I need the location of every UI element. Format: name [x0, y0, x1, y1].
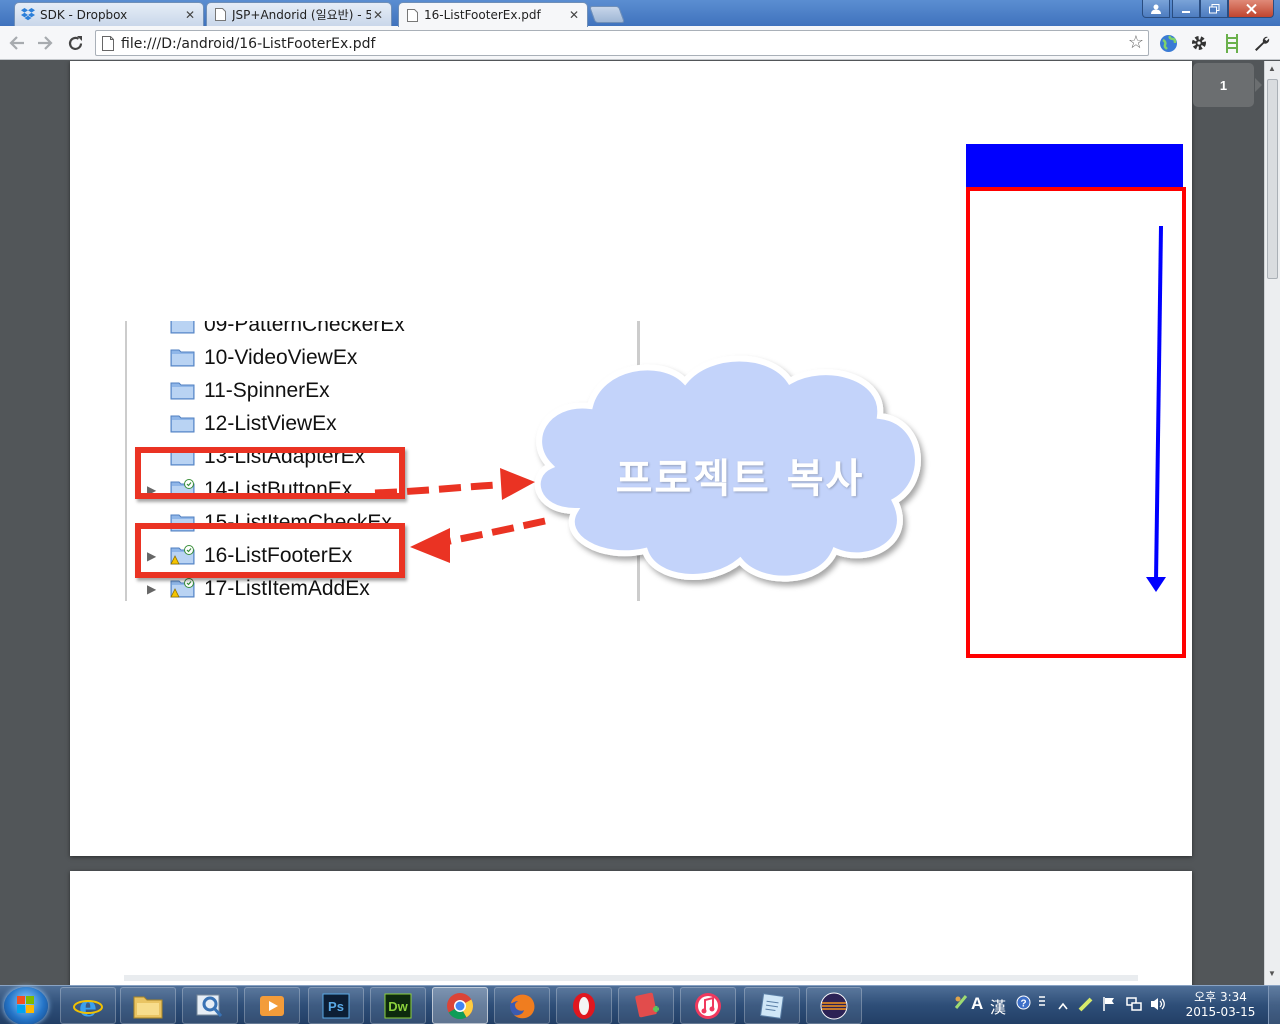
- close-icon[interactable]: ✕: [371, 8, 385, 22]
- ime-tool-icon[interactable]: [954, 994, 968, 1013]
- vertical-scrollbar[interactable]: ▲ ▼: [1264, 61, 1280, 985]
- red-list-frame: [966, 187, 1186, 658]
- blue-header-bar: [966, 144, 1183, 188]
- tab-title: 16-ListFooterEx.pdf: [424, 8, 541, 22]
- help-icon[interactable]: ?: [1016, 995, 1031, 1013]
- minimize-button[interactable]: [1172, 0, 1200, 18]
- dropbox-icon: [21, 8, 35, 22]
- scroll-down-icon[interactable]: ▼: [1268, 969, 1276, 978]
- page-icon: [213, 8, 227, 22]
- tab-pdf[interactable]: 16-ListFooterEx.pdf ✕: [398, 2, 588, 27]
- page2-content-edge: [124, 975, 1138, 981]
- address-bar[interactable]: file:///D:/android/16-ListFooterEx.pdf ☆: [95, 30, 1149, 56]
- page-number-indicator: 1: [1193, 63, 1262, 107]
- back-icon[interactable]: [6, 32, 28, 54]
- clock-time: 오후 3:34: [1194, 990, 1247, 1004]
- restore-button[interactable]: [1200, 0, 1228, 18]
- scroll-thumb[interactable]: [1267, 79, 1278, 279]
- action-center-flag-icon[interactable]: [1102, 996, 1116, 1015]
- chrome-icon[interactable]: [432, 987, 488, 1024]
- media-player-icon[interactable]: [244, 987, 300, 1024]
- itunes-icon[interactable]: [680, 987, 736, 1024]
- ime-alpha-icon[interactable]: A: [971, 994, 983, 1014]
- ime-hanja-icon[interactable]: 漢: [990, 994, 1006, 1018]
- photoshop-icon[interactable]: Ps: [308, 987, 364, 1024]
- eclipse-icon[interactable]: [806, 987, 862, 1024]
- start-button[interactable]: [4, 987, 48, 1024]
- volume-icon[interactable]: [1150, 996, 1166, 1015]
- forward-icon[interactable]: [34, 32, 56, 54]
- tab-strip: SDK - Dropbox ✕ JSP+Andorid (일요반) - 5 ✕ …: [0, 0, 1280, 27]
- url-text: file:///D:/android/16-ListFooterEx.pdf: [121, 36, 376, 52]
- internet-explorer-icon[interactable]: e: [60, 987, 116, 1024]
- firefox-icon[interactable]: [494, 987, 550, 1024]
- pdf-page-2: [70, 871, 1192, 985]
- scroll-up-icon[interactable]: ▲: [1268, 64, 1276, 73]
- close-icon[interactable]: ✕: [567, 8, 581, 22]
- page-icon: [102, 36, 114, 56]
- opera-icon[interactable]: [556, 987, 612, 1024]
- show-hidden-icons[interactable]: [1058, 998, 1068, 1013]
- ime-options-icon[interactable]: [1038, 994, 1046, 1013]
- file-explorer-icon[interactable]: [120, 987, 176, 1024]
- gear-icon[interactable]: [1189, 33, 1209, 53]
- search-icon[interactable]: [182, 987, 238, 1024]
- close-icon[interactable]: ✕: [183, 8, 197, 22]
- notes-icon[interactable]: [618, 987, 674, 1024]
- tab-dropbox[interactable]: SDK - Dropbox ✕: [14, 2, 204, 26]
- svg-text:e: e: [79, 991, 97, 1021]
- dreamweaver-icon[interactable]: Dw: [370, 987, 426, 1024]
- cloud-label: 프로젝트 복사: [615, 456, 865, 502]
- tab-jsp-android[interactable]: JSP+Andorid (일요반) - 5 ✕: [206, 2, 392, 26]
- svg-text:?: ?: [1020, 999, 1026, 1010]
- pen-icon[interactable]: [1078, 996, 1094, 1015]
- user-icon[interactable]: [1142, 0, 1170, 18]
- notepad-icon[interactable]: [744, 987, 800, 1024]
- ladder-extension-icon[interactable]: [1222, 33, 1242, 53]
- reload-icon[interactable]: [64, 32, 86, 54]
- pdf-viewer[interactable]: 09-PatternCheckerEx 10-VideoViewEx 11-Spin…: [0, 61, 1264, 985]
- tab-title: JSP+Andorid (일요반) - 5: [232, 8, 371, 22]
- network-icon[interactable]: [1126, 996, 1142, 1015]
- svg-text:Dw: Dw: [388, 999, 408, 1014]
- close-window-button[interactable]: [1228, 0, 1274, 18]
- bookmark-star-icon[interactable]: ☆: [1128, 32, 1144, 53]
- new-tab-button[interactable]: [588, 6, 626, 23]
- windows-taskbar: e Ps Dw A 漢 ? 오후 3:34 2015-03-15: [0, 985, 1280, 1024]
- globe-extension-icon[interactable]: [1158, 33, 1178, 53]
- wrench-menu-icon[interactable]: [1252, 33, 1272, 53]
- pdf-page-1: 09-PatternCheckerEx 10-VideoViewEx 11-Spin…: [70, 61, 1192, 856]
- tab-title: SDK - Dropbox: [40, 7, 128, 22]
- show-desktop-button[interactable]: [1268, 986, 1280, 1024]
- page-icon: [405, 8, 419, 22]
- svg-text:Ps: Ps: [328, 999, 344, 1014]
- clock-date: 2015-03-15: [1185, 1005, 1256, 1019]
- browser-toolbar: file:///D:/android/16-ListFooterEx.pdf ☆: [0, 26, 1280, 60]
- system-clock[interactable]: 오후 3:34 2015-03-15: [1183, 990, 1258, 1020]
